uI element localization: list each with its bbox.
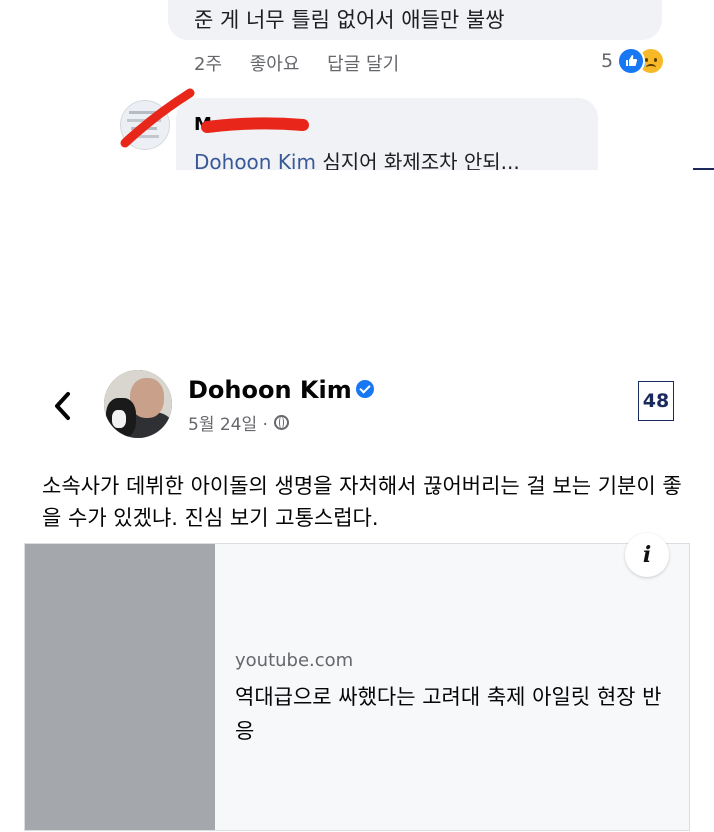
chevron-left-icon [55, 392, 70, 420]
like-icon [617, 47, 646, 75]
comment-text: 준 게 너무 틀림 없어서 애들만 불쌍 [194, 8, 505, 32]
comment-bubble: 준 게 너무 틀림 없어서 애들만 불쌍 [168, 0, 662, 40]
reply-body: 심지어 화제조차 안되... [315, 150, 520, 170]
globe-icon [273, 415, 289, 430]
post-author[interactable]: Dohoon Kim [188, 376, 374, 404]
post-date[interactable]: 5월 24일 · [188, 410, 268, 435]
link-title[interactable]: 역대급으로 싸했다는 고려대 축제 아일릿 현장 반응 [235, 680, 675, 748]
post-author-name[interactable]: Dohoon Kim [188, 376, 352, 404]
link-info[interactable]: youtube.com 역대급으로 싸했다는 고려대 축제 아일릿 현장 반응 [215, 544, 689, 830]
like-button[interactable]: 좋아요 [250, 54, 300, 75]
divider [693, 168, 714, 170]
link-thumbnail[interactable] [25, 544, 215, 830]
info-icon[interactable]: i [625, 533, 669, 577]
comment-thread: 준 게 너무 틀림 없어서 애들만 불쌍 2주 좋아요 답글 달기 5 M Do… [0, 0, 714, 170]
verified-badge-icon [355, 380, 374, 398]
redaction-scribble [120, 88, 309, 148]
link-preview-card[interactable]: youtube.com 역대급으로 싸했다는 고려대 축제 아일릿 현장 반응 [24, 543, 690, 831]
post-text: 소속사가 데뷔한 아이돌의 생명을 자처해서 끊어버리는 걸 보는 기분이 좋을… [42, 474, 682, 530]
reaction-count: 5 [601, 50, 614, 72]
reply-button[interactable]: 답글 달기 [327, 54, 399, 75]
count-badge: 48 [638, 381, 674, 421]
link-domain: youtube.com [235, 650, 354, 671]
profile-avatar[interactable] [104, 370, 172, 438]
post-meta: 5월 24일 · [188, 410, 289, 435]
reaction-summary[interactable]: 5 [601, 47, 666, 75]
comment-time: 2주 [194, 54, 223, 75]
comment-actions: 2주 좋아요 답글 달기 [194, 50, 421, 76]
back-button[interactable] [48, 388, 78, 424]
